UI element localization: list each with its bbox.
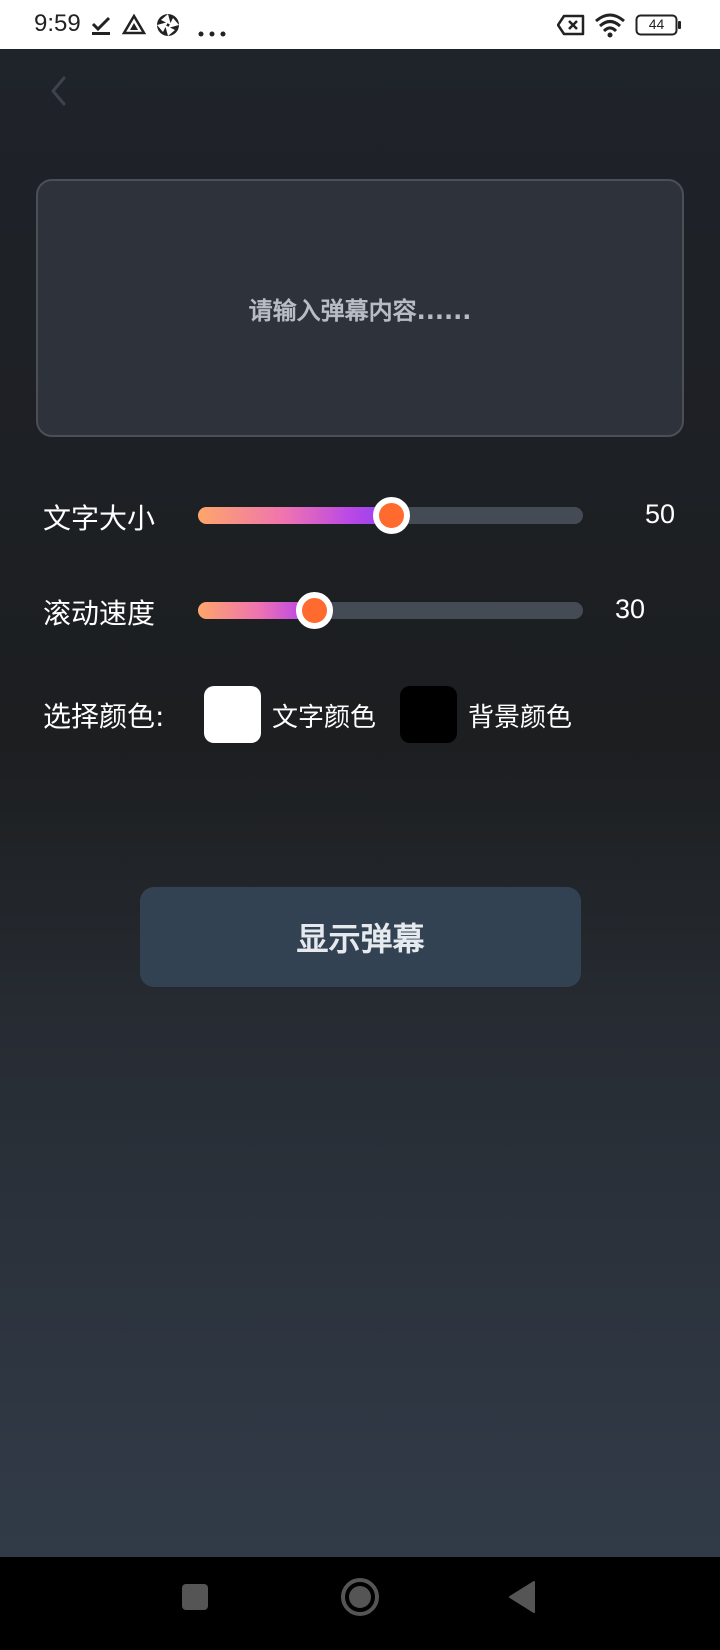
back-button[interactable] [40, 71, 80, 111]
more-dots-icon [198, 22, 226, 41]
status-bar: 9:59 44 [0, 0, 720, 49]
font-size-label: 文字大小 [43, 502, 156, 535]
recents-button[interactable] [175, 1577, 215, 1617]
back-triangle-icon [509, 1581, 535, 1613]
aperture-icon [156, 13, 180, 41]
scroll-speed-value: 30 [615, 594, 646, 624]
scroll-speed-label: 滚动速度 [43, 597, 156, 630]
show-danmaku-button[interactable]: 显示弹幕 [140, 887, 581, 987]
scroll-speed-slider[interactable] [198, 592, 583, 629]
download-done-icon [90, 14, 112, 40]
recents-square-icon [182, 1584, 208, 1610]
chevron-left-icon [51, 76, 66, 106]
battery-level: 44 [648, 16, 665, 32]
input-placeholder: 请输入弹幕内容...... [248, 296, 472, 325]
navigation-bar [0, 1557, 720, 1650]
drive-icon [121, 13, 147, 40]
main-content: 请输入弹幕内容...... 文字大小 50 滚动速度 30 选择颜色: 文字颜色… [0, 49, 720, 1557]
home-circle-icon [341, 1578, 379, 1616]
back-nav-button[interactable] [504, 1577, 544, 1617]
battery-icon: 44 [635, 14, 683, 40]
font-size-slider-thumb[interactable] [372, 497, 410, 534]
background-color-swatch[interactable] [400, 686, 457, 743]
wifi-icon [594, 12, 626, 42]
font-size-slider-fill [198, 507, 391, 524]
scroll-speed-slider-thumb[interactable] [295, 592, 333, 629]
status-time: 9:59 [34, 10, 81, 37]
choose-color-label: 选择颜色: [43, 700, 165, 733]
home-button[interactable] [339, 1576, 381, 1618]
danmaku-input[interactable]: 请输入弹幕内容...... [36, 179, 684, 437]
text-color-swatch[interactable] [204, 686, 261, 743]
no-sim-icon [556, 14, 585, 40]
background-color-label: 背景颜色 [468, 703, 573, 733]
font-size-value: 50 [645, 499, 676, 529]
font-size-slider[interactable] [198, 497, 583, 534]
text-color-label: 文字颜色 [272, 703, 377, 733]
